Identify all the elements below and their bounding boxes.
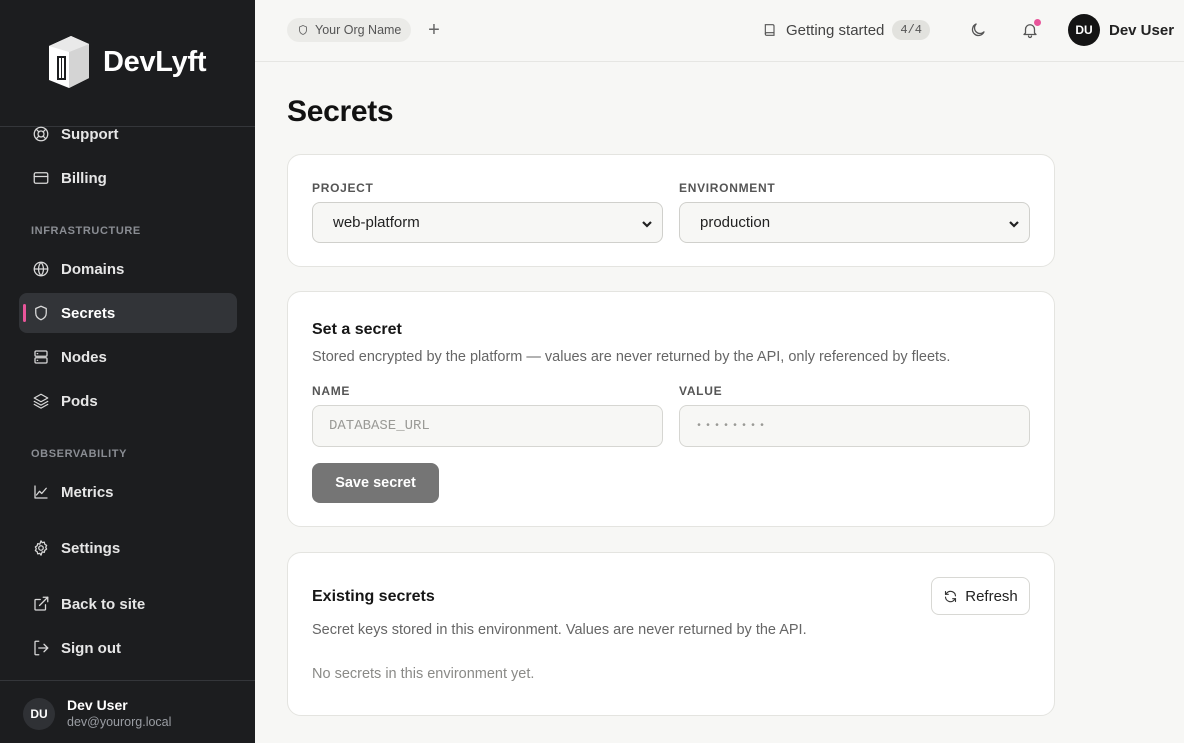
- sidebar-user[interactable]: DU Dev User dev@yourorg.local: [23, 697, 171, 730]
- secret-name-input[interactable]: DATABASE_URL: [312, 405, 663, 447]
- sidebar-item-secrets[interactable]: Secrets: [19, 293, 237, 333]
- shield-icon: [31, 303, 51, 323]
- brand-name: DevLyft: [103, 45, 207, 78]
- secret-name-label: NAME: [312, 384, 351, 398]
- sidebar-item-nodes[interactable]: Nodes: [19, 337, 237, 377]
- sidebar-item-billing[interactable]: Billing: [19, 158, 237, 198]
- sidebar-user-email: dev@yourorg.local: [67, 715, 172, 729]
- sidebar: DevLyft Support Billing INFRASTRUCTURE D…: [0, 0, 255, 743]
- server-icon: [31, 347, 51, 367]
- sidebar-item-metrics[interactable]: Metrics: [19, 472, 237, 512]
- sidebar-item-sign-out[interactable]: Sign out: [19, 628, 237, 668]
- environment-select[interactable]: production: [679, 202, 1030, 243]
- getting-started-badge: 4/4: [892, 20, 930, 40]
- page-title: Secrets: [287, 95, 394, 128]
- sidebar-item-label: Secrets: [61, 304, 116, 322]
- add-org-button[interactable]: +: [423, 19, 445, 41]
- project-label: PROJECT: [312, 181, 374, 195]
- sidebar-item-label: Sign out: [61, 639, 121, 657]
- sign-out-icon: [31, 638, 51, 658]
- set-secret-title: Set a secret: [312, 321, 402, 338]
- project-select-value: web-platform: [333, 214, 420, 231]
- environment-label: ENVIRONMENT: [679, 181, 776, 195]
- avatar: DU: [23, 697, 55, 730]
- set-secret-card: Set a secret Stored encrypted by the pla…: [287, 291, 1055, 527]
- avatar: DU: [1068, 14, 1100, 46]
- empty-state-text: No secrets in this environment yet.: [312, 666, 535, 682]
- layers-icon: [31, 391, 51, 411]
- existing-secrets-card: Existing secrets Refresh Secret keys sto…: [287, 552, 1055, 716]
- secret-value-label: VALUE: [679, 384, 723, 398]
- sidebar-divider: [0, 680, 255, 681]
- brand[interactable]: DevLyft: [45, 34, 206, 90]
- sidebar-user-name: Dev User: [67, 697, 128, 713]
- org-name: Your Org Name: [315, 23, 402, 37]
- line-chart-icon: [31, 482, 51, 502]
- refresh-icon: [945, 590, 957, 602]
- sidebar-item-domains[interactable]: Domains: [19, 249, 237, 289]
- sidebar-item-support[interactable]: Support: [19, 114, 237, 154]
- notification-dot: [1034, 19, 1041, 26]
- sidebar-item-label: Domains: [61, 260, 125, 278]
- set-secret-description: Stored encrypted by the platform — value…: [312, 349, 951, 365]
- globe-icon: [31, 259, 51, 279]
- org-switcher[interactable]: Your Org Name: [287, 18, 412, 42]
- existing-secrets-description: Secret keys stored in this environment. …: [312, 622, 807, 638]
- topbar: Your Org Name + Getting started 4/4 DU D…: [255, 0, 1184, 62]
- sidebar-item-label: Pods: [61, 392, 98, 410]
- sidebar-item-label: Nodes: [61, 348, 107, 366]
- chevron-down-icon: [641, 217, 653, 229]
- book-icon: [764, 24, 775, 36]
- project-select[interactable]: web-platform: [312, 202, 663, 243]
- sidebar-item-label: Settings: [61, 539, 121, 557]
- notifications-button[interactable]: [1018, 18, 1042, 42]
- shield-icon: [299, 25, 307, 35]
- sidebar-item-label: Support: [61, 125, 119, 143]
- refresh-button[interactable]: Refresh: [931, 577, 1030, 615]
- chevron-down-icon: [1008, 217, 1020, 229]
- filters-card: PROJECT web-platform ENVIRONMENT product…: [287, 154, 1055, 267]
- moon-icon: [971, 23, 985, 37]
- sidebar-item-label: Back to site: [61, 595, 146, 613]
- sidebar-item-pods[interactable]: Pods: [19, 381, 237, 421]
- getting-started-label: Getting started: [786, 21, 885, 39]
- getting-started-button[interactable]: Getting started 4/4: [762, 17, 930, 43]
- sidebar-item-back-to-site[interactable]: Back to site: [19, 584, 237, 624]
- section-label-observability: OBSERVABILITY: [31, 448, 128, 460]
- section-label-infrastructure: INFRASTRUCTURE: [31, 225, 141, 237]
- devlyft-logo-icon: [49, 36, 89, 88]
- gear-icon: [31, 538, 51, 558]
- save-secret-button[interactable]: Save secret: [312, 463, 439, 503]
- sidebar-item-settings[interactable]: Settings: [19, 528, 237, 568]
- sidebar-item-label: Metrics: [61, 483, 114, 501]
- user-menu[interactable]: DU Dev User: [1068, 14, 1174, 46]
- user-name: Dev User: [1109, 21, 1175, 39]
- secret-value-input[interactable]: ••••••••: [679, 405, 1030, 447]
- external-link-icon: [31, 594, 51, 614]
- environment-select-value: production: [700, 214, 771, 231]
- credit-card-icon: [31, 168, 51, 188]
- sidebar-item-label: Billing: [61, 169, 107, 187]
- theme-toggle-button[interactable]: [966, 18, 990, 42]
- existing-secrets-title: Existing secrets: [312, 588, 435, 605]
- refresh-label: Refresh: [965, 587, 1018, 605]
- lifebuoy-icon: [31, 124, 51, 144]
